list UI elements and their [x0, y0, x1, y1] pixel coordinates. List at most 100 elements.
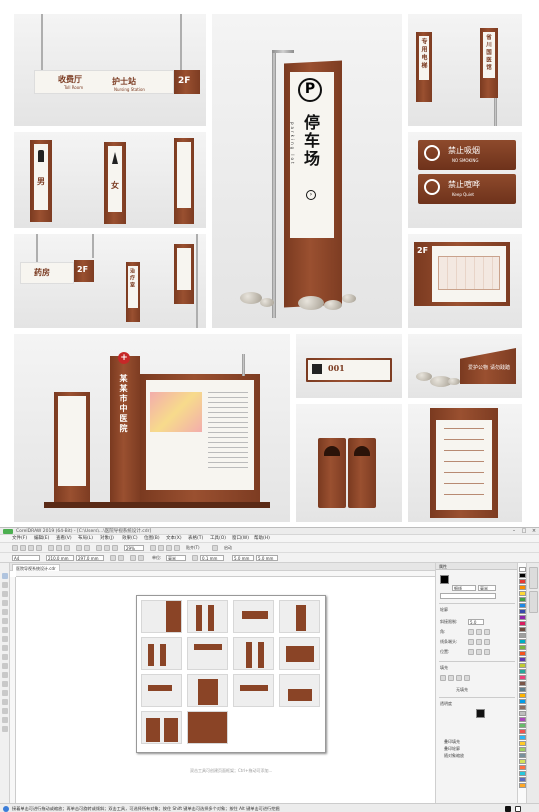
color-swatch[interactable]	[519, 567, 526, 572]
snap-to-menu[interactable]: 贴齐(T)	[186, 545, 200, 551]
properties-docker-tab[interactable]	[529, 567, 538, 589]
menu-table[interactable]: 表格(T)	[188, 535, 203, 543]
eyedropper-tool-icon[interactable]	[2, 699, 8, 705]
document-tab[interactable]: 医院导视系统设计.cdr	[12, 564, 60, 571]
color-swatch[interactable]	[519, 723, 526, 728]
design-thumbnail[interactable]	[187, 600, 228, 633]
cut-icon[interactable]	[48, 545, 54, 551]
fill-indicator-icon[interactable]	[505, 806, 511, 812]
no-fill-icon[interactable]	[440, 675, 446, 681]
color-swatch[interactable]	[519, 705, 526, 710]
color-swatch[interactable]	[519, 717, 526, 722]
new-document-icon[interactable]	[12, 545, 18, 551]
properties-tab[interactable]: 属性	[436, 563, 518, 570]
color-swatch[interactable]	[519, 615, 526, 620]
drawing-page[interactable]	[136, 595, 326, 753]
menu-bitmaps[interactable]: 位图(B)	[144, 535, 160, 543]
all-pages-icon[interactable]	[130, 555, 136, 561]
objects-docker-tab[interactable]	[529, 591, 538, 613]
menu-file[interactable]: 文件(F)	[12, 535, 27, 543]
outside-position-icon[interactable]	[468, 649, 474, 655]
color-swatch[interactable]	[519, 675, 526, 680]
color-swatch[interactable]	[519, 771, 526, 776]
color-swatch[interactable]	[519, 669, 526, 674]
design-thumbnail[interactable]	[187, 711, 228, 744]
design-thumbnail[interactable]	[233, 674, 274, 707]
parallel-dimension-tool-icon[interactable]	[2, 663, 8, 669]
outline-unit-field[interactable]: 毫米	[478, 585, 496, 591]
menu-view[interactable]: 查看(V)	[56, 535, 72, 543]
shape-tool-icon[interactable]	[2, 582, 8, 588]
ellipse-tool-icon[interactable]	[2, 636, 8, 642]
menu-layout[interactable]: 布局(L)	[78, 535, 93, 543]
menu-object[interactable]: 对象(J)	[100, 535, 114, 543]
landscape-icon[interactable]	[118, 555, 124, 561]
duplicate-y-field[interactable]: 5.0 mm	[256, 555, 278, 561]
design-thumbnail[interactable]	[141, 637, 182, 670]
color-swatch[interactable]	[519, 603, 526, 608]
nudge-distance-field[interactable]: 0.1 mm	[200, 555, 224, 561]
square-cap-icon[interactable]	[468, 639, 474, 645]
color-swatch[interactable]	[519, 753, 526, 758]
menu-help[interactable]: 帮助(H)	[254, 535, 270, 543]
color-swatch[interactable]	[519, 645, 526, 650]
color-swatch[interactable]	[519, 693, 526, 698]
outline-width-field[interactable]: 细线	[452, 585, 476, 591]
open-icon[interactable]	[20, 545, 26, 551]
rectangle-tool-icon[interactable]	[2, 627, 8, 633]
portrait-icon[interactable]	[110, 555, 116, 561]
add-tools-icon[interactable]	[2, 726, 8, 732]
color-swatch[interactable]	[519, 729, 526, 734]
page-height-field[interactable]: 297.0 mm	[76, 555, 104, 561]
color-swatch[interactable]	[519, 777, 526, 782]
design-thumbnail[interactable]	[187, 637, 228, 670]
design-thumbnail[interactable]	[279, 637, 320, 670]
export-icon[interactable]	[104, 545, 110, 551]
pick-tool-icon[interactable]	[2, 573, 8, 579]
menu-window[interactable]: 窗口(W)	[232, 535, 249, 543]
color-swatch[interactable]	[519, 735, 526, 740]
miter-limit-field[interactable]: 5.0	[468, 619, 484, 625]
polygon-tool-icon[interactable]	[2, 645, 8, 651]
color-swatch[interactable]	[519, 663, 526, 668]
zoom-level-field[interactable]: 29%	[124, 545, 144, 551]
color-swatch[interactable]	[519, 687, 526, 692]
overprint-outline-label[interactable]: 叠印轮廓	[444, 746, 460, 751]
color-swatch[interactable]	[519, 621, 526, 626]
outline-style-field[interactable]	[440, 593, 496, 599]
color-swatch[interactable]	[519, 657, 526, 662]
current-page-icon[interactable]	[138, 555, 144, 561]
color-swatch[interactable]	[519, 591, 526, 596]
paste-icon[interactable]	[64, 545, 70, 551]
color-swatch[interactable]	[519, 711, 526, 716]
smart-fill-tool-icon[interactable]	[2, 717, 8, 723]
overprint-fill-label[interactable]: 叠印填充	[444, 739, 460, 744]
color-swatch[interactable]	[519, 783, 526, 788]
maximize-icon[interactable]: □	[519, 528, 529, 535]
round-join-icon[interactable]	[476, 629, 482, 635]
print-icon[interactable]	[36, 545, 42, 551]
full-screen-icon[interactable]	[150, 545, 156, 551]
color-swatch[interactable]	[519, 609, 526, 614]
page-size-select[interactable]: A4	[12, 555, 40, 561]
design-thumbnail[interactable]	[279, 600, 320, 633]
extended-cap-icon[interactable]	[484, 639, 490, 645]
menu-text[interactable]: 文本(X)	[166, 535, 182, 543]
units-select[interactable]: 毫米	[166, 555, 186, 561]
interactive-fill-tool-icon[interactable]	[2, 708, 8, 714]
color-swatch[interactable]	[519, 627, 526, 632]
design-thumbnail[interactable]	[141, 674, 182, 707]
design-thumbnail[interactable]	[233, 637, 274, 670]
color-swatch[interactable]	[519, 579, 526, 584]
undo-icon[interactable]	[76, 545, 82, 551]
text-tool-icon[interactable]	[2, 654, 8, 660]
options-icon[interactable]	[212, 545, 218, 551]
center-position-icon[interactable]	[476, 649, 482, 655]
color-swatch[interactable]	[519, 759, 526, 764]
color-swatch[interactable]	[519, 699, 526, 704]
outline-color-swatch[interactable]	[440, 575, 449, 584]
design-thumbnail[interactable]	[141, 711, 182, 744]
bevel-join-icon[interactable]	[484, 629, 490, 635]
fill-color-swatch[interactable]	[476, 709, 485, 718]
duplicate-x-field[interactable]: 5.0 mm	[232, 555, 254, 561]
